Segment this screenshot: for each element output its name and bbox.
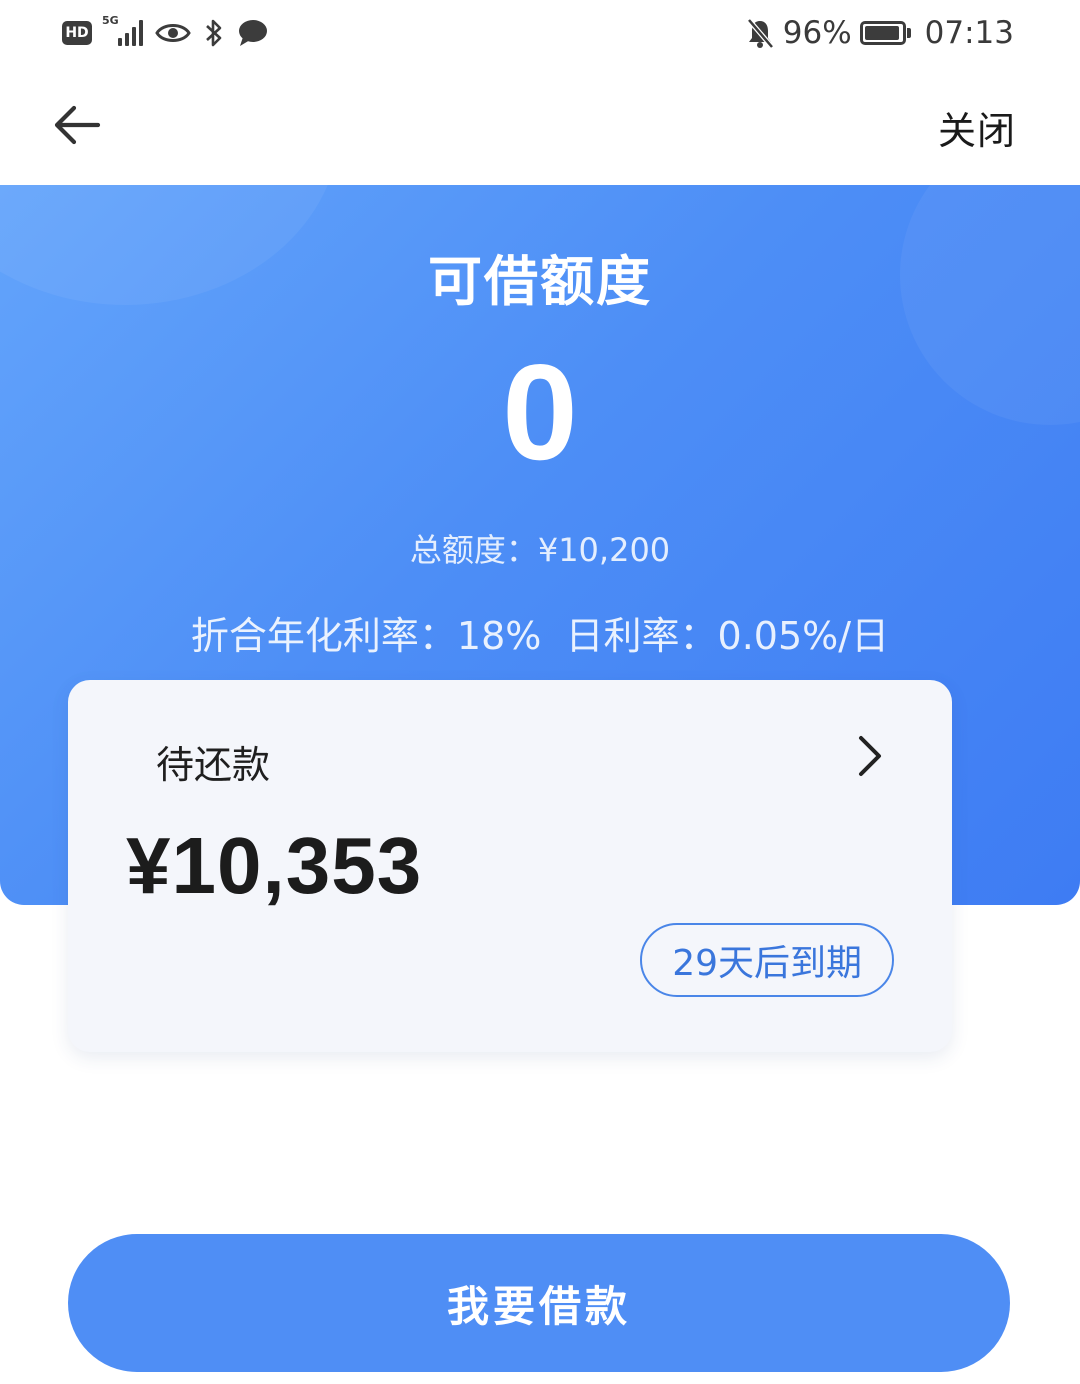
clock: 07:13 — [924, 15, 1014, 51]
available-credit-amount: 0 — [502, 336, 578, 488]
status-left-icons: HD 5G — [62, 14, 269, 52]
available-credit-title: 可借额度 — [428, 250, 652, 313]
annual-rate: 折合年化利率：18% — [190, 614, 542, 658]
loan-page: HD 5G 96% 07:13 关闭 可借额度 0 总额度：¥10,200 折合… — [0, 0, 1080, 1384]
message-icon — [239, 20, 267, 46]
rate-info: 折合年化利率：18% 日利率：0.05%/日 — [0, 605, 1080, 660]
bluetooth-icon — [206, 19, 222, 47]
repayment-label: 待还款 — [156, 743, 271, 787]
repayment-amount: ¥10,353 — [126, 821, 423, 910]
close-button[interactable]: 关闭 — [938, 100, 1016, 155]
signal-icon: 5G — [102, 14, 143, 46]
hd-icon: HD — [62, 21, 92, 45]
repayment-card[interactable]: 待还款 ¥10,353 29天后到期 — [68, 680, 952, 1052]
back-button[interactable] — [48, 96, 106, 154]
status-right-icons: 96% 07:13 — [745, 14, 1014, 52]
network-type-label: 5G — [102, 14, 119, 27]
borrow-button[interactable]: 我要借款 — [68, 1234, 1010, 1372]
due-date-badge: 29天后到期 — [640, 923, 894, 997]
daily-rate: 日利率：0.05%/日 — [565, 614, 890, 658]
total-limit: 总额度：¥10,200 — [409, 531, 671, 569]
status-bar: HD 5G 96% 07:13 — [0, 0, 1080, 66]
bell-muted-icon — [746, 18, 774, 49]
eye-icon — [155, 24, 191, 42]
arrow-left-icon — [54, 105, 101, 145]
battery-icon — [859, 21, 911, 45]
chevron-right-icon[interactable] — [850, 732, 890, 780]
battery-percent: 96% — [782, 15, 852, 51]
